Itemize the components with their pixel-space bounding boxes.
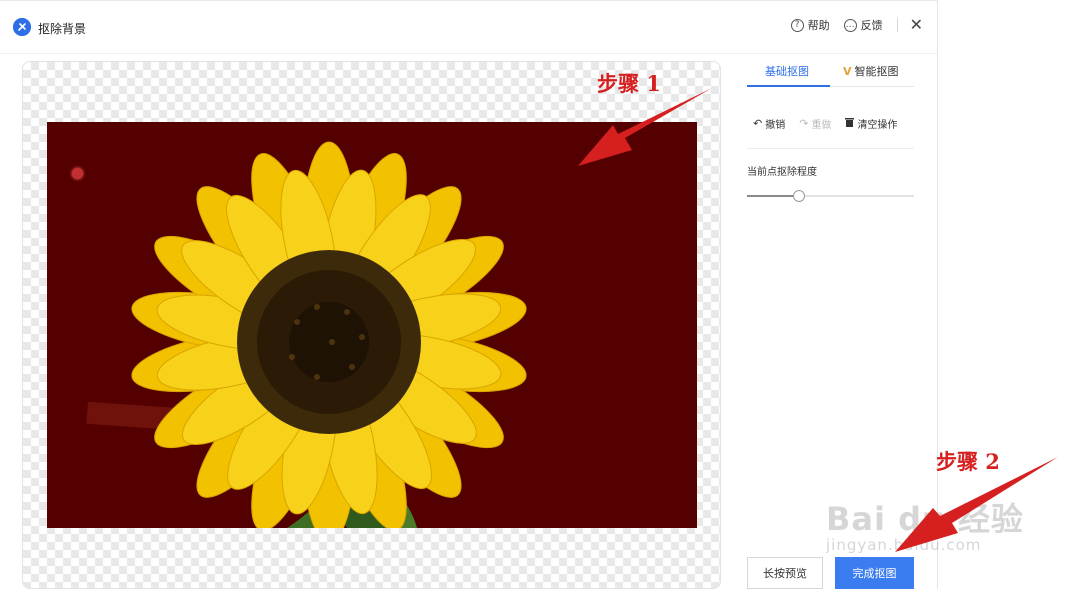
step-2-annotation: 步骤 2 bbox=[936, 449, 1000, 474]
annotation-arrows bbox=[578, 88, 1058, 552]
arrow-step-1 bbox=[578, 88, 712, 166]
step-1-annotation: 步骤 1 bbox=[597, 71, 661, 96]
